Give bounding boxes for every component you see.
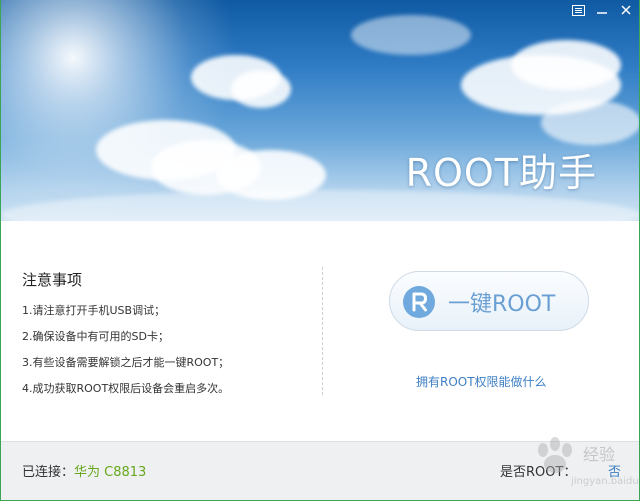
notice-list: 1.请注意打开手机USB调试； 2.确保设备中有可用的SD卡； 3.有些设备需要… (22, 303, 229, 407)
app-window: ROOT助手 注意事项 1.请注意打开手机USB调试； 2.确保设备中有可用的S… (0, 0, 640, 501)
cloud (231, 70, 291, 108)
root-status-value: 否 (608, 465, 622, 480)
cloud (351, 15, 471, 55)
connection-status: 已连接：华为 C8813 (22, 461, 146, 480)
notice-item: 2.确保设备中有可用的SD卡； (22, 330, 169, 343)
status-bar: 已连接：华为 C8813 是否ROOT： 否 (1, 441, 639, 500)
cloud (541, 100, 639, 145)
main-content: 注意事项 1.请注意打开手机USB调试； 2.确保设备中有可用的SD卡； 3.有… (1, 221, 639, 441)
notice-title: 注意事项 (22, 271, 83, 289)
notice-item: 4.成功获取ROOT权限后设备会重启多次。 (22, 382, 230, 395)
cloud (511, 40, 621, 90)
root-status-label: 是否ROOT： (500, 465, 577, 480)
root-logo-icon (403, 286, 435, 318)
root-button-label: 一键ROOT (448, 292, 556, 317)
header-banner: ROOT助手 (1, 0, 639, 221)
close-icon[interactable] (617, 2, 635, 18)
menu-icon[interactable] (569, 2, 587, 18)
root-benefits-link[interactable]: 拥有ROOT权限能做什么 (416, 373, 547, 390)
one-click-root-button[interactable]: 一键ROOT (389, 271, 589, 331)
device-name: 华为 C8813 (74, 465, 147, 480)
app-title: ROOT助手 (405, 151, 597, 195)
notice-item: 1.请注意打开手机USB调试； (22, 304, 166, 317)
notice-item: 3.有些设备需要解锁之后才能一键ROOT； (22, 356, 230, 369)
connected-label: 已连接： (22, 465, 75, 480)
minimize-icon[interactable] (593, 2, 611, 18)
vertical-divider (322, 267, 323, 395)
window-controls (569, 2, 635, 18)
